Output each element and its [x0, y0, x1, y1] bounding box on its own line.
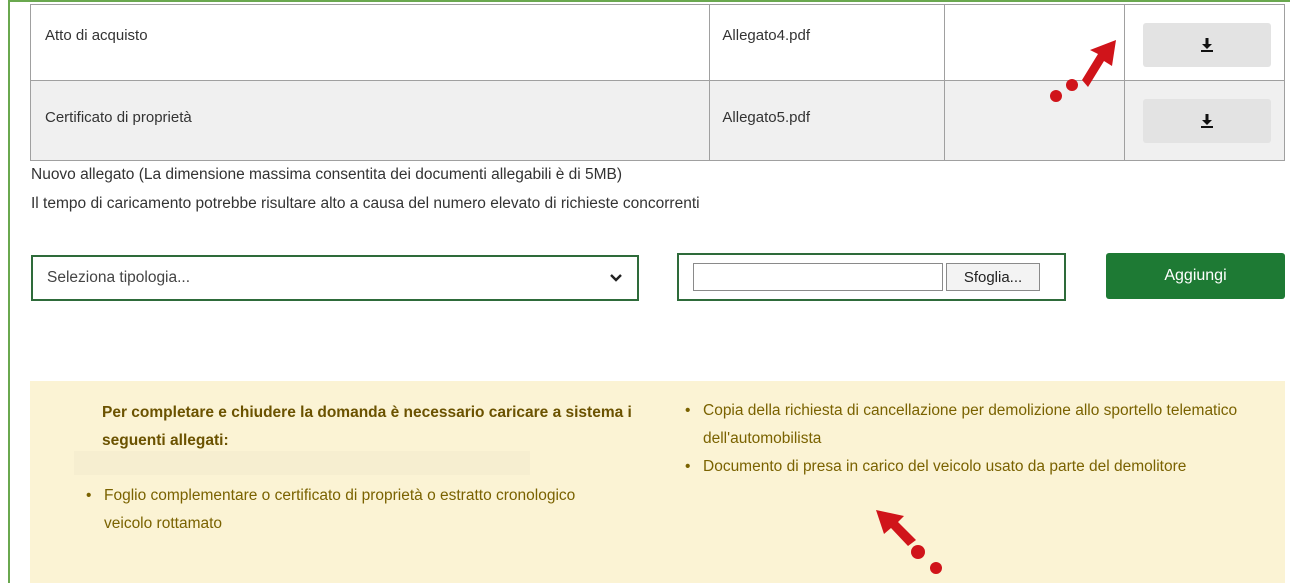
attachment-type: Certificato di proprietà: [29, 80, 711, 161]
attachment-type: Atto di acquisto: [29, 4, 711, 81]
file-path-input[interactable]: [693, 263, 943, 291]
list-item: Documento di presa in carico del veicolo…: [685, 453, 1263, 481]
type-select-value: Seleziona tipologia...: [47, 269, 191, 286]
download-icon: [1201, 114, 1214, 128]
upload-time-info: Il tempo di caricamento potrebbe risulta…: [31, 195, 700, 212]
chevron-down-icon: [610, 274, 622, 282]
required-attachments-notice: Per completare e chiudere la domanda è n…: [30, 381, 1285, 583]
notice-divider: [74, 451, 530, 475]
notice-title: Per completare e chiudere la domanda è n…: [102, 404, 632, 449]
annotation-arrow-icon: [876, 510, 942, 574]
download-button[interactable]: [1143, 23, 1272, 67]
attachment-file-link[interactable]: Allegato4.pdf: [709, 4, 946, 81]
list-item: Foglio complementare o certificato di pr…: [86, 482, 604, 538]
annotation-arrow-icon: [1050, 40, 1116, 102]
download-button[interactable]: [1143, 99, 1272, 143]
file-upload-control: Sfoglia...: [677, 253, 1066, 301]
upload-size-info: Nuovo allegato (La dimensione massima co…: [31, 166, 623, 183]
attachment-action-cell: [1124, 80, 1285, 161]
browse-button[interactable]: Sfoglia...: [946, 263, 1040, 291]
add-attachment-button[interactable]: Aggiungi: [1106, 253, 1285, 299]
attachment-file-link[interactable]: Allegato5.pdf: [709, 80, 946, 161]
type-select[interactable]: Seleziona tipologia...: [31, 255, 639, 301]
download-icon: [1201, 38, 1214, 52]
attachment-action-cell: [1124, 4, 1285, 81]
list-item: Copia della richiesta di cancellazione p…: [685, 397, 1263, 453]
